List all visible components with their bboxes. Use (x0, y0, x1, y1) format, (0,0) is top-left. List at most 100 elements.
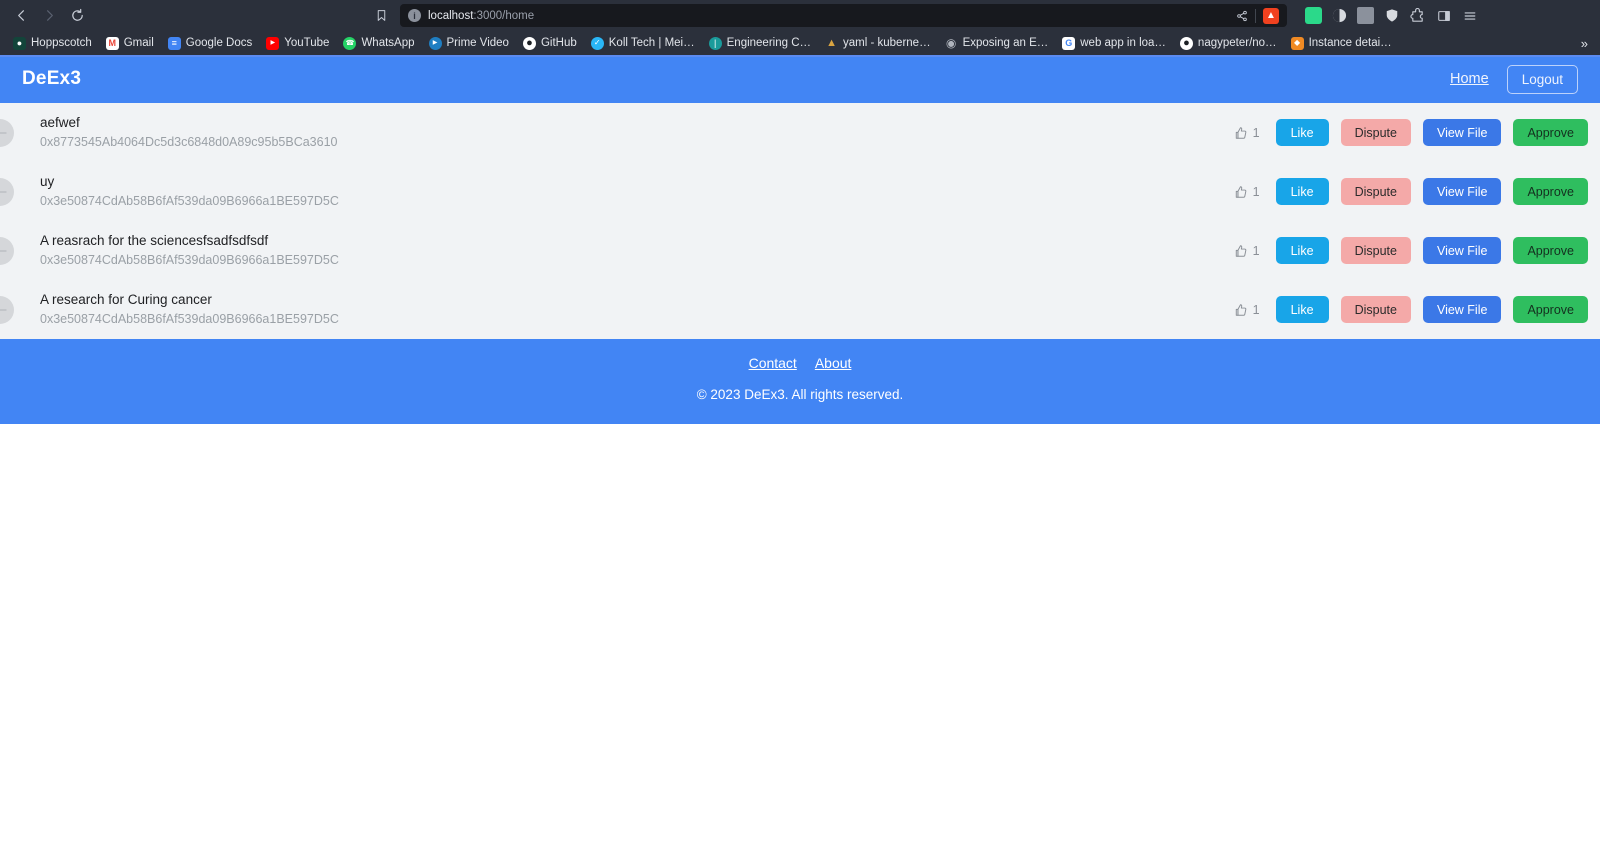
bookmark-item-nagypeter[interactable]: ● nagypeter/no… (1173, 35, 1284, 52)
bookmark-label: Koll Tech | Mei… (608, 37, 695, 49)
thumbs-up-icon (1234, 126, 1248, 140)
footer-links: Contact About (0, 355, 1600, 371)
like-button[interactable]: Like (1275, 119, 1329, 146)
brave-rewards-icon[interactable] (1331, 7, 1348, 24)
bookmark-item-youtube[interactable]: ▶ YouTube (259, 35, 336, 52)
list-item[interactable]: A research for Curing cancer 0x3e50874Cd… (0, 280, 1600, 339)
bookmark-label: WhatsApp (361, 37, 415, 49)
bookmark-label: Instance detai… (1308, 37, 1392, 49)
view-file-button[interactable]: View File (1422, 237, 1502, 264)
bookmark-item-yaml-kubernetes[interactable]: ▲ yaml - kuberne… (818, 35, 938, 52)
bookmark-item-gmail[interactable]: M Gmail (99, 35, 161, 52)
bookmark-item-github[interactable]: ● GitHub (516, 35, 584, 52)
like-button[interactable]: Like (1275, 296, 1329, 323)
bookmark-item-whatsapp[interactable]: ☎ WhatsApp (336, 35, 421, 52)
like-count-value: 1 (1252, 243, 1260, 258)
extension-green-icon[interactable] (1305, 7, 1322, 24)
view-file-button[interactable]: View File (1422, 296, 1502, 323)
like-count: 1 (1234, 185, 1260, 199)
list-item-address: 0x3e50874CdAb58B6fAf539da09B6966a1BE597D… (40, 252, 339, 267)
dispute-button[interactable]: Dispute (1340, 178, 1411, 205)
puzzle-piece-icon[interactable] (1409, 7, 1426, 24)
like-button[interactable]: Like (1275, 178, 1329, 205)
like-button[interactable]: Like (1275, 237, 1329, 264)
address-bar[interactable]: i localhost:3000/home ▲ (400, 4, 1287, 27)
bookmark-item-instance-details[interactable]: ◆ Instance detai… (1284, 35, 1399, 52)
sidebar-panel-icon[interactable] (1435, 7, 1452, 24)
thumbs-up-icon (1234, 185, 1248, 199)
url-path: :3000/home (473, 9, 535, 22)
share-icon[interactable] (1236, 10, 1248, 22)
logout-button[interactable]: Logout (1506, 64, 1578, 94)
bookmarks-overflow-icon[interactable]: » (1581, 36, 1594, 51)
bookmark-item-hoppscotch[interactable]: ● Hoppscotch (6, 35, 99, 52)
shield-icon[interactable] (1383, 7, 1400, 24)
like-count-value: 1 (1252, 184, 1260, 199)
dispute-button[interactable]: Dispute (1340, 119, 1411, 146)
approve-button[interactable]: Approve (1513, 178, 1588, 205)
bookmark-item-exposing-an-e[interactable]: ◉ Exposing an E… (938, 35, 1056, 52)
bookmark-item-google-docs[interactable]: ≡ Google Docs (161, 35, 259, 52)
toolbar-divider (1255, 8, 1256, 23)
approve-button[interactable]: Approve (1513, 119, 1588, 146)
list-item[interactable]: aefwef 0x8773545Ab4064Dc5d3c6848d0A89c95… (0, 103, 1600, 162)
view-file-button[interactable]: View File (1422, 178, 1502, 205)
list-item-text: A research for Curing cancer 0x3e50874Cd… (40, 292, 1234, 327)
list-item-text: uy 0x3e50874CdAb58B6fAf539da09B6966a1BE5… (40, 174, 1234, 209)
footer-link-about[interactable]: About (815, 355, 852, 371)
gmail-favicon-icon: M (105, 36, 119, 50)
site-info-icon[interactable]: i (408, 9, 421, 22)
github-favicon-icon: ● (522, 36, 536, 50)
bookmark-item-koll-tech[interactable]: ✓ Koll Tech | Mei… (584, 35, 702, 52)
list-item-actions: 1 Like Dispute View File Approve (1234, 119, 1588, 146)
google-favicon-icon: G (1062, 36, 1076, 50)
list-item-address: 0x8773545Ab4064Dc5d3c6848d0A89c95b5BCa36… (40, 134, 338, 149)
browser-nav-row: i localhost:3000/home ▲ (0, 0, 1600, 31)
list-item-address: 0x3e50874CdAb58B6fAf539da09B6966a1BE597D… (40, 193, 339, 208)
approve-button[interactable]: Approve (1513, 296, 1588, 323)
app-footer: Contact About © 2023 DeEx3. All rights r… (0, 339, 1600, 424)
list-item-text: aefwef 0x8773545Ab4064Dc5d3c6848d0A89c95… (40, 115, 1234, 150)
bookmark-label: Engineering C… (726, 37, 812, 49)
bookmark-label: Exposing an E… (962, 37, 1049, 49)
nav-link-home[interactable]: Home (1450, 71, 1489, 87)
bookmark-item-engineering-c[interactable]: | Engineering C… (702, 35, 818, 52)
forward-arrow-icon[interactable] (36, 3, 62, 29)
reload-icon[interactable] (64, 3, 90, 29)
bookmark-label: Prime Video (446, 37, 509, 49)
dispute-button[interactable]: Dispute (1340, 296, 1411, 323)
globe-favicon-icon: ◉ (945, 36, 957, 50)
bookmark-label: web app in loa… (1080, 37, 1166, 49)
avatar (0, 118, 14, 147)
bookmark-label: Gmail (123, 37, 154, 49)
prime-video-favicon-icon: ▶ (428, 36, 442, 50)
bookmark-icon[interactable] (370, 3, 392, 29)
list-item-actions: 1 Like Dispute View File Approve (1234, 178, 1588, 205)
browser-toolbar-icons (1295, 7, 1486, 24)
app-brand[interactable]: DeEx3 (22, 68, 81, 90)
back-arrow-icon[interactable] (8, 3, 34, 29)
avatar (0, 295, 14, 324)
like-count-value: 1 (1252, 302, 1260, 317)
address-bar-actions: ▲ (1236, 7, 1279, 24)
approve-button[interactable]: Approve (1513, 237, 1588, 264)
dispute-button[interactable]: Dispute (1340, 237, 1411, 264)
youtube-favicon-icon: ▶ (266, 36, 280, 50)
grayscale-square-icon[interactable] (1357, 7, 1374, 24)
hamburger-menu-icon[interactable] (1461, 7, 1478, 24)
app-root: DeEx3 Home Logout aefwef 0x8773545Ab4064… (0, 55, 1600, 424)
engineering-favicon-icon: | (708, 36, 722, 50)
bookmark-item-prime-video[interactable]: ▶ Prime Video (422, 35, 516, 52)
google-docs-favicon-icon: ≡ (167, 36, 181, 50)
copyright-text: © 2023 DeEx3. All rights reserved. (696, 387, 904, 402)
list-item-title: A reasrach for the sciencesfsadfsdfsdf (40, 232, 269, 248)
like-count: 1 (1234, 126, 1260, 140)
like-count-value: 1 (1252, 125, 1260, 140)
list-item[interactable]: A reasrach for the sciencesfsadfsdfsdf 0… (0, 221, 1600, 280)
footer-link-contact[interactable]: Contact (749, 355, 797, 371)
yaml-favicon-icon: ▲ (826, 36, 837, 49)
view-file-button[interactable]: View File (1422, 119, 1502, 146)
list-item[interactable]: uy 0x3e50874CdAb58B6fAf539da09B6966a1BE5… (0, 162, 1600, 221)
brave-shields-icon[interactable]: ▲ (1263, 7, 1279, 24)
bookmark-item-web-app-in-loa[interactable]: G web app in loa… (1055, 35, 1173, 52)
